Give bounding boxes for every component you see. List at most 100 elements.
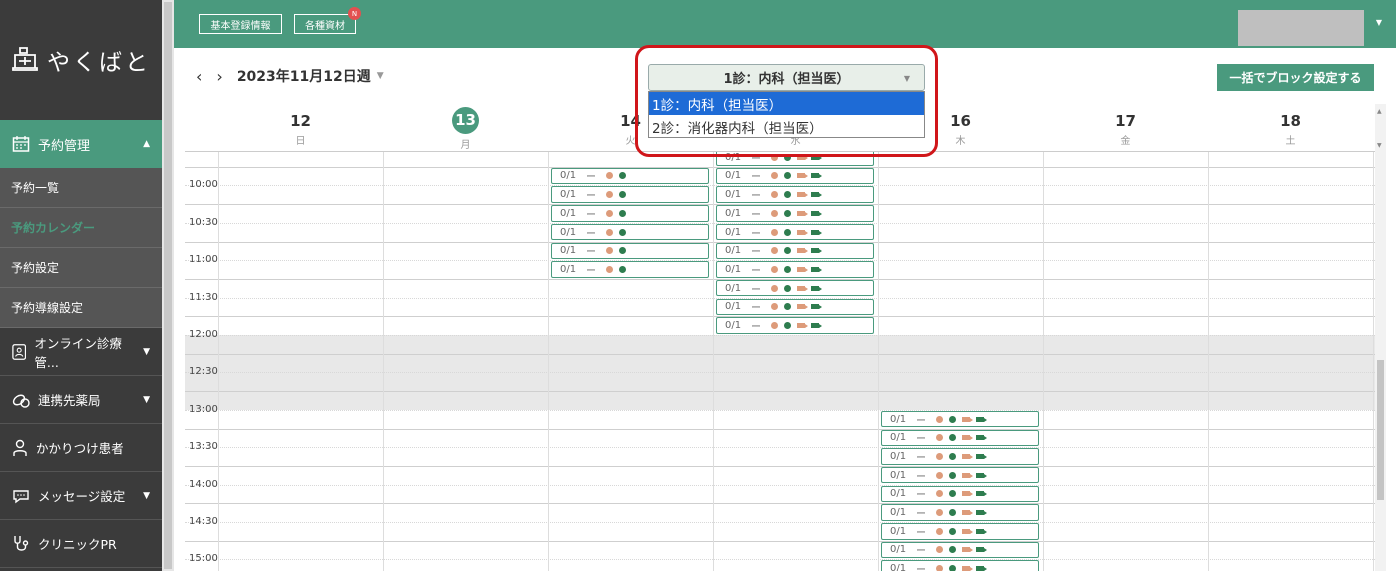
time-label: 13:00 xyxy=(189,403,218,415)
reservation-slot[interactable]: 0/1 ー xyxy=(551,261,709,278)
sidebar-item-clinic-pr[interactable]: クリニックPR xyxy=(0,520,162,568)
reservation-slot[interactable]: 0/1 ー xyxy=(881,448,1039,465)
sidebar-item-reservation[interactable]: 予約管理 ▲ xyxy=(0,120,162,168)
calendar-scrollbar[interactable]: ▲ ▼ xyxy=(1375,104,1386,571)
column-divider xyxy=(1043,152,1044,571)
chevron-down-icon[interactable]: ▼ xyxy=(1376,18,1382,27)
reservation-slot[interactable]: 0/1 ー xyxy=(551,242,709,259)
sidebar-item-online[interactable]: オンライン診療管... ▼ xyxy=(0,328,162,376)
sidebar-submenu: 予約一覧 予約カレンダー 予約設定 予約導線設定 xyxy=(0,168,162,328)
reservation-slot[interactable]: 0/1 ー xyxy=(716,298,874,316)
day-header[interactable]: 13 月 xyxy=(383,104,548,152)
video-camera-icon xyxy=(811,173,822,179)
reservation-slot[interactable]: 0/1 ー xyxy=(716,167,874,185)
reservation-slot[interactable]: 0/1 ー xyxy=(881,466,1039,484)
sidebar-subitem-settings[interactable]: 予約設定 xyxy=(0,248,162,288)
basic-info-button[interactable]: 基本登録情報 xyxy=(199,14,282,34)
video-camera-icon xyxy=(962,472,973,478)
video-camera-icon xyxy=(797,154,808,160)
sidebar-scrollbar[interactable] xyxy=(162,0,174,571)
reservation-slot[interactable]: 0/1 ー xyxy=(881,429,1039,446)
clinic-option-1[interactable]: 1診：内科（担当医） xyxy=(649,92,924,115)
day-number: 18 xyxy=(1280,112,1301,130)
status-dot-icon xyxy=(784,322,791,330)
slot-count: 0/1 xyxy=(725,226,742,238)
video-camera-icon xyxy=(962,510,973,516)
weekday-label: 金 xyxy=(1120,136,1131,147)
subitem-label: 予約一覧 xyxy=(11,181,60,195)
sidebar-subitem-list[interactable]: 予約一覧 xyxy=(0,168,162,208)
chevron-down-icon[interactable]: ▼ xyxy=(377,71,384,81)
slot-count: 0/1 xyxy=(725,320,742,332)
status-dot-icon xyxy=(771,153,778,161)
status-dot-icon xyxy=(784,265,791,273)
time-label: 14:30 xyxy=(189,516,218,527)
scroll-down-icon[interactable]: ▼ xyxy=(1377,142,1382,149)
reservation-slot[interactable]: 0/1 ー xyxy=(551,223,709,241)
sidebar-subitem-calendar[interactable]: 予約カレンダー xyxy=(0,208,162,248)
status-dot-icon xyxy=(606,265,613,273)
sidebar-item-messages[interactable]: メッセージ設定 ▼ xyxy=(0,472,162,520)
reservation-slot[interactable]: 0/1 ー xyxy=(881,410,1039,428)
scroll-up-icon[interactable]: ▲ xyxy=(1377,108,1382,115)
reservation-slot[interactable]: 0/1 ー xyxy=(716,223,874,241)
video-camera-icon xyxy=(962,416,973,422)
scrollbar-thumb[interactable] xyxy=(1377,360,1384,500)
time-label: 11:00 xyxy=(189,254,218,266)
video-camera-icon xyxy=(811,192,822,198)
day-header[interactable]: 18 土 xyxy=(1208,104,1373,152)
video-camera-icon xyxy=(976,416,987,422)
status-dot-icon xyxy=(784,153,791,161)
status-dot-icon xyxy=(606,191,613,199)
week-label[interactable]: 2023年11月12日週 xyxy=(237,66,371,86)
reservation-slot[interactable]: 0/1 ー xyxy=(881,504,1039,521)
slot-count: 0/1 xyxy=(725,245,742,257)
day-header[interactable]: 12 日 xyxy=(218,104,383,152)
video-camera-icon xyxy=(976,547,987,553)
sidebar-item-patients[interactable]: かかりつけ患者 xyxy=(0,424,162,472)
slot-dash: ー xyxy=(586,209,596,221)
sidebar-item-label: オンライン診療管... xyxy=(34,335,122,370)
reservation-slot[interactable]: 0/1 ー xyxy=(716,242,874,259)
time-label: 13:30 xyxy=(189,441,218,453)
scrollbar-thumb[interactable] xyxy=(164,2,172,569)
reservation-slot[interactable]: 0/1 ー xyxy=(881,485,1039,503)
status-dot-icon xyxy=(771,209,778,217)
slot-dash: ー xyxy=(751,322,761,334)
reservation-slot[interactable]: 0/1 ー xyxy=(716,279,874,297)
day-header[interactable]: 17 金 xyxy=(1043,104,1208,152)
week-navigator: ‹ › 2023年11月12日週 ▼ xyxy=(196,66,384,86)
video-camera-icon xyxy=(962,453,973,459)
reservation-slot[interactable]: 0/1 ー xyxy=(881,541,1039,559)
materials-button[interactable]: 各種資材 N xyxy=(294,7,361,34)
sidebar-item-pharmacy[interactable]: 連携先薬局 ▼ xyxy=(0,376,162,424)
reservation-slot[interactable]: 0/1 ー xyxy=(716,261,874,278)
reservation-slot[interactable]: 0/1 ー xyxy=(551,167,709,185)
bulk-block-button[interactable]: 一括でブロック設定する xyxy=(1217,64,1374,91)
user-menu[interactable] xyxy=(1238,10,1364,46)
brand-logo[interactable]: やくばと xyxy=(0,0,162,120)
status-dot-icon xyxy=(949,452,956,460)
clinic-select[interactable]: 1診：内科（担当医） ▼ xyxy=(648,64,925,91)
reservation-slot[interactable]: 0/1 ー xyxy=(881,523,1039,540)
slot-dash: ー xyxy=(916,565,926,571)
clinic-option-2[interactable]: 2診：消化器内科（担当医） xyxy=(649,115,924,138)
reservation-slot[interactable]: 0/1 ー xyxy=(551,186,709,203)
slot-dash: ー xyxy=(751,209,761,221)
prev-week-icon[interactable]: ‹ xyxy=(196,67,202,86)
next-week-icon[interactable]: › xyxy=(216,67,222,86)
slot-dash: ー xyxy=(916,546,926,558)
reservation-slot[interactable]: 0/1 ー xyxy=(716,205,874,222)
reservation-slot[interactable]: 0/1 ー xyxy=(551,205,709,222)
reservation-slot[interactable]: 0/1 ー xyxy=(716,186,874,203)
option-label: 2診：消化器内科（担当医） xyxy=(652,120,823,137)
reservation-slot[interactable]: 0/1 ー xyxy=(881,560,1039,571)
reservation-slot[interactable]: 0/1 ー xyxy=(716,317,874,334)
column-divider xyxy=(1373,152,1374,571)
status-dot-icon xyxy=(784,303,791,311)
video-camera-icon xyxy=(797,323,808,329)
sidebar-subitem-flow[interactable]: 予約導線設定 xyxy=(0,288,162,328)
time-row xyxy=(185,465,1375,485)
time-row xyxy=(185,522,1375,541)
status-dot-icon xyxy=(936,527,943,535)
